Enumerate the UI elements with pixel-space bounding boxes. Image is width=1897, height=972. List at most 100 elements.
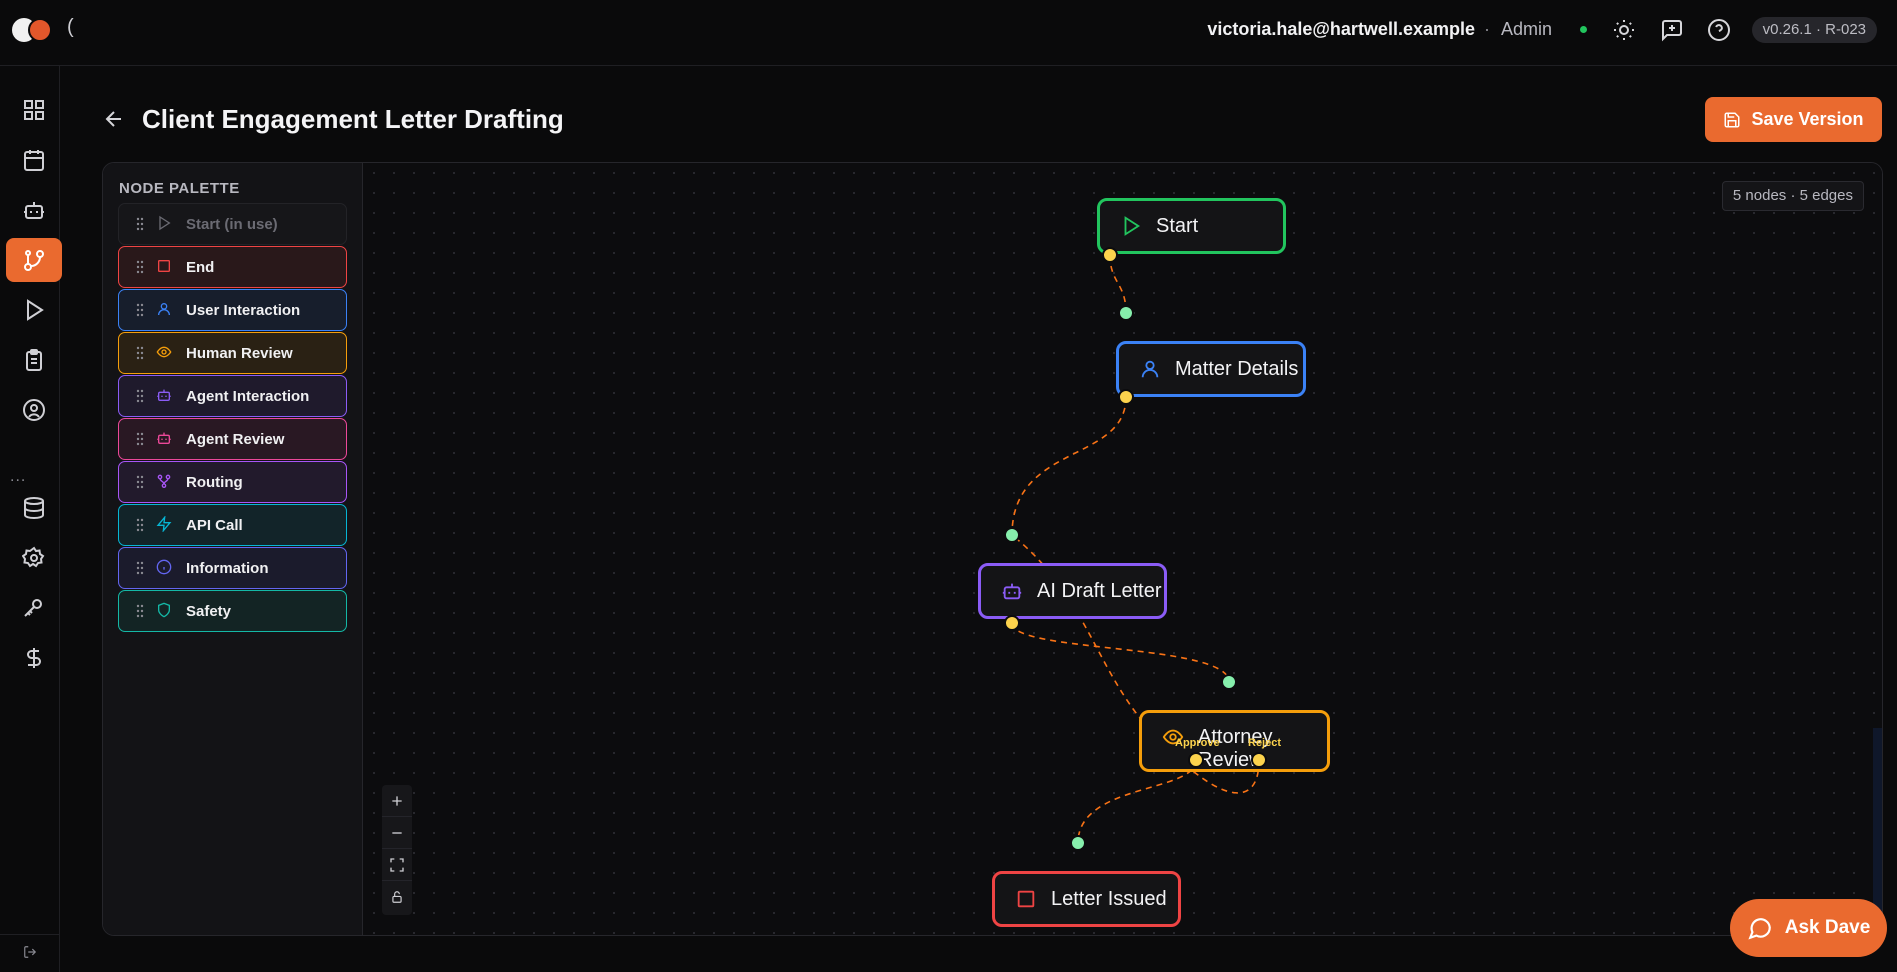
- drag-handle-icon[interactable]: [136, 303, 146, 317]
- save-version-button[interactable]: Save Version: [1705, 97, 1882, 142]
- palette-item-api-call[interactable]: API Call: [118, 504, 347, 546]
- palette-item-agent-review[interactable]: Agent Review: [118, 418, 347, 460]
- matter-output-handle[interactable]: [1118, 389, 1134, 405]
- bot-icon: [1001, 580, 1023, 602]
- node-ai-draft-letter[interactable]: AI Draft Letter: [978, 563, 1167, 619]
- palette-item-label: End: [186, 258, 215, 276]
- user-icon: [156, 301, 174, 319]
- sun-icon[interactable]: [1612, 18, 1636, 42]
- palette-item-label: User Interaction: [186, 301, 301, 319]
- palette-item-safety[interactable]: Safety: [118, 590, 347, 632]
- drag-handle-icon[interactable]: [136, 389, 146, 403]
- palette-item-user-interaction[interactable]: User Interaction: [118, 289, 347, 331]
- reject-label: Reject: [1248, 737, 1282, 749]
- calendar-icon[interactable]: [6, 138, 62, 182]
- drag-handle-icon[interactable]: [136, 432, 146, 446]
- palette-item-label: Routing: [186, 473, 243, 491]
- workflow-editor: NODE PALETTE Start (in use) End User Inter…: [102, 162, 1883, 936]
- version-badge: v0.26.1 · R-023: [1751, 17, 1877, 43]
- play-icon: [1120, 215, 1142, 237]
- drag-handle-icon[interactable]: [136, 260, 146, 274]
- lock-icon[interactable]: [382, 881, 412, 913]
- bot-icon[interactable]: [6, 188, 62, 232]
- palette-item-end[interactable]: End: [118, 246, 347, 288]
- approve-output-handle[interactable]: [1188, 752, 1204, 768]
- message-plus-icon[interactable]: [1660, 18, 1684, 42]
- drag-handle-icon[interactable]: [136, 475, 146, 489]
- ask-dave-label: Ask Dave: [1784, 917, 1871, 938]
- user-circle-icon[interactable]: [6, 388, 62, 432]
- drag-handle-icon[interactable]: [136, 217, 146, 231]
- zap-icon: [156, 516, 174, 534]
- drag-handle-icon[interactable]: [136, 604, 146, 618]
- clipboard-list-icon[interactable]: [6, 338, 62, 382]
- user-role: Admin: [1500, 19, 1552, 39]
- shield-icon: [156, 602, 174, 620]
- drag-handle-icon[interactable]: [136, 561, 146, 575]
- reject-output-handle[interactable]: [1251, 752, 1267, 768]
- ask-dave-button[interactable]: Ask Dave: [1730, 899, 1887, 957]
- palette-item-label: Human Review: [186, 344, 293, 362]
- page-title: Client Engagement Letter Drafting: [142, 104, 564, 134]
- collapse-icon[interactable]: [0, 934, 60, 972]
- palette-item-human-review[interactable]: Human Review: [118, 332, 347, 374]
- routing-icon: [156, 473, 174, 491]
- node-label: Start: [1156, 214, 1199, 237]
- issued-input-handle[interactable]: [1070, 835, 1086, 851]
- sidebar: ...: [0, 66, 62, 972]
- palette-item-label: Safety: [186, 602, 232, 620]
- node-matter-details[interactable]: Matter Details: [1116, 341, 1306, 397]
- square-icon: [1015, 888, 1037, 910]
- review-input-handle[interactable]: [1221, 674, 1237, 690]
- back-arrow-icon[interactable]: [102, 107, 126, 131]
- palette-item-information[interactable]: Information: [118, 547, 347, 589]
- approve-label: Approve: [1175, 737, 1220, 749]
- palette-item-label: Information: [186, 559, 269, 577]
- chat-bubble-icon: [1747, 915, 1773, 941]
- draft-output-handle[interactable]: [1004, 615, 1020, 631]
- bot-icon: [156, 387, 174, 405]
- workflow-icon[interactable]: [6, 238, 62, 282]
- node-letter-issued[interactable]: Letter Issued: [992, 871, 1181, 927]
- minimap[interactable]: [1873, 728, 1882, 916]
- matter-input-handle[interactable]: [1118, 305, 1134, 321]
- save-version-label: Save Version: [1751, 109, 1864, 129]
- zoom-controls: [382, 785, 412, 915]
- user-separator: ·: [1484, 19, 1490, 39]
- square-icon: [156, 258, 174, 276]
- node-attorney-review[interactable]: Attorney Review: [1139, 710, 1330, 772]
- app-logo[interactable]: [12, 18, 52, 42]
- help-circle-icon[interactable]: [1707, 18, 1731, 42]
- palette-item-label: API Call: [186, 516, 243, 534]
- palette-item-agent-interaction[interactable]: Agent Interaction: [118, 375, 347, 417]
- info-icon: [156, 559, 174, 577]
- zoom-out-icon[interactable]: [382, 817, 412, 849]
- top-bar: ( victoria.hale@hartwell.example · Admin…: [0, 0, 1897, 66]
- start-output-handle[interactable]: [1102, 247, 1118, 263]
- fit-view-icon[interactable]: [382, 849, 412, 881]
- user-icon: [1139, 358, 1161, 380]
- more-menu[interactable]: ...: [10, 468, 26, 486]
- draft-input-handle[interactable]: [1004, 527, 1020, 543]
- zoom-in-icon[interactable]: [382, 785, 412, 817]
- edge-approve-issued: [1077, 759, 1197, 844]
- eye-icon: [156, 344, 174, 362]
- user-email[interactable]: victoria.hale@hartwell.example: [1207, 19, 1475, 40]
- drag-handle-icon[interactable]: [136, 346, 146, 360]
- settings-icon[interactable]: [6, 536, 62, 580]
- node-label: Letter Issued: [1051, 887, 1167, 910]
- node-start[interactable]: Start: [1097, 198, 1286, 254]
- drag-handle-icon[interactable]: [136, 518, 146, 532]
- dashboard-icon[interactable]: [6, 88, 62, 132]
- palette-item-routing[interactable]: Routing: [118, 461, 347, 503]
- database-icon[interactable]: [6, 486, 62, 530]
- save-icon: [1723, 111, 1741, 129]
- dollar-icon[interactable]: [6, 636, 62, 680]
- play-icon[interactable]: [6, 288, 62, 332]
- breadcrumb: (: [67, 16, 74, 38]
- workflow-canvas[interactable]: 5 nodes · 5 edges Start Matter Details A…: [364, 163, 1882, 935]
- edges-layer: [1011, 254, 1260, 844]
- key-icon[interactable]: [6, 586, 62, 630]
- palette-item-label: Start (in use): [186, 215, 278, 233]
- bot-icon: [156, 430, 174, 448]
